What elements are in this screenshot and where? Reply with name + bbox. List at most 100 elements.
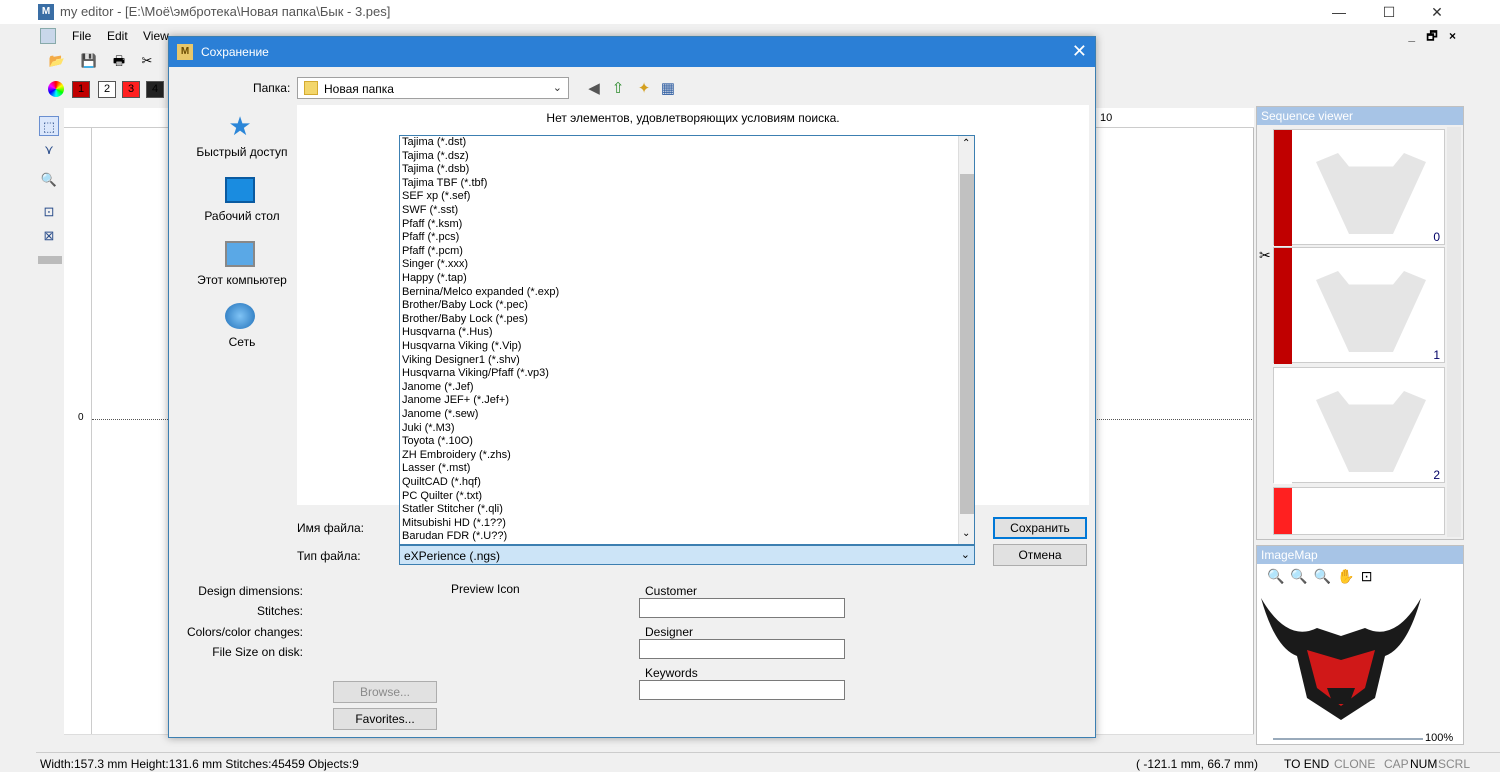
place-network[interactable]: Сеть bbox=[177, 303, 297, 359]
color-swatch-3[interactable]: 3 bbox=[122, 81, 140, 98]
places-bar: ★ Быстрый доступ Рабочий стол Этот компь… bbox=[177, 107, 297, 407]
filetype-option[interactable]: Husqvarna Viking/Pfaff (*.vp3) bbox=[402, 367, 549, 381]
filetype-option[interactable]: Barudan FDR (*.U??) bbox=[402, 530, 507, 544]
cut-icon[interactable]: ✂ bbox=[138, 52, 156, 70]
filetype-option[interactable]: Janome (*.Jef) bbox=[402, 381, 474, 395]
open-icon[interactable]: 📂 bbox=[48, 52, 66, 70]
designer-field[interactable] bbox=[639, 639, 845, 659]
filetype-option[interactable]: Husqvarna (*.Hus) bbox=[402, 326, 492, 340]
sequence-item[interactable]: 1 bbox=[1273, 247, 1445, 364]
chevron-up-icon[interactable]: ⌃ bbox=[962, 138, 970, 149]
panel-title: Sequence viewer bbox=[1257, 107, 1463, 125]
zoom-tools-icons[interactable]: 🔍🔍🔍✋⊡ bbox=[1267, 568, 1378, 585]
filetype-option[interactable]: Tajima (*.dst) bbox=[402, 136, 466, 150]
filename-label: Имя файла: bbox=[297, 521, 364, 535]
folder-select[interactable]: Новая папка ⌄ bbox=[297, 77, 569, 99]
place-desktop[interactable]: Рабочий стол bbox=[177, 177, 297, 233]
filetype-option[interactable]: Brother/Baby Lock (*.pec) bbox=[402, 299, 528, 313]
browse-button[interactable]: Browse... bbox=[333, 681, 437, 703]
window-title: my editor - [E:\Моё\эмбротека\Новая папк… bbox=[60, 4, 391, 19]
empty-message: Нет элементов, удовлетворяющих условиям … bbox=[546, 111, 840, 125]
print-icon[interactable]: 🖶 bbox=[110, 52, 128, 70]
filetype-option[interactable]: SWF (*.sst) bbox=[402, 204, 458, 218]
stitch-tool-icon[interactable]: ⋎ bbox=[39, 140, 59, 160]
bull-logo-icon bbox=[1261, 598, 1421, 720]
color-swatch-4[interactable]: 4 bbox=[146, 81, 164, 98]
place-this-pc[interactable]: Этот компьютер bbox=[177, 241, 297, 297]
filetype-select[interactable]: eXPerience (.ngs) ⌄ bbox=[399, 545, 975, 565]
place-quick-access[interactable]: ★ Быстрый доступ bbox=[177, 113, 297, 169]
network-icon bbox=[225, 303, 255, 329]
save-icon[interactable]: 💾 bbox=[80, 52, 98, 70]
up-folder-icon[interactable]: ⇧ bbox=[609, 79, 627, 97]
palette-icon[interactable] bbox=[48, 81, 64, 97]
design-thumbnail bbox=[1316, 271, 1426, 352]
zoom-slider[interactable] bbox=[1273, 738, 1423, 740]
dropdown-scrollbar[interactable]: ⌃ ⌄ bbox=[958, 136, 974, 544]
save-button[interactable]: Сохранить bbox=[993, 517, 1087, 539]
filetype-option[interactable]: Janome JEF+ (*.Jef+) bbox=[402, 394, 509, 408]
sequence-item[interactable]: 2 bbox=[1273, 367, 1445, 484]
place-label: Рабочий стол bbox=[204, 209, 280, 223]
select-tool-icon[interactable]: ⬚ bbox=[39, 116, 59, 136]
keywords-field[interactable] bbox=[639, 680, 845, 700]
color-swatch-2[interactable]: 2 bbox=[98, 81, 116, 98]
cancel-button[interactable]: Отмена bbox=[993, 544, 1087, 566]
chevron-down-icon: ⌄ bbox=[552, 82, 562, 94]
zoom-icon[interactable]: 🔍 bbox=[39, 170, 59, 190]
chevron-down-icon[interactable]: ⌄ bbox=[962, 528, 970, 539]
filetype-option[interactable]: Brother/Baby Lock (*.pes) bbox=[402, 313, 528, 327]
close-button[interactable]: ✕ bbox=[1414, 2, 1460, 22]
filetype-option[interactable]: Tajima TBF (*.tbf) bbox=[402, 177, 487, 191]
filetype-option[interactable]: Statler Stitcher (*.qli) bbox=[402, 503, 503, 517]
filetype-option[interactable]: SEF xp (*.sef) bbox=[402, 190, 470, 204]
filetype-option[interactable]: Toyota (*.10O) bbox=[402, 435, 473, 449]
minimize-button[interactable]: — bbox=[1316, 2, 1362, 22]
mdi-controls[interactable]: _ 🗗 × bbox=[1408, 27, 1460, 48]
filetype-option[interactable]: Bernina/Melco expanded (*.exp) bbox=[402, 286, 559, 300]
filetype-option[interactable]: Tajima (*.dsb) bbox=[402, 163, 469, 177]
new-folder-icon[interactable]: ✦ bbox=[635, 79, 653, 97]
back-icon[interactable]: ◀ bbox=[585, 79, 603, 97]
favorites-button[interactable]: Favorites... bbox=[333, 708, 437, 730]
filetype-option[interactable]: Tajima (*.dsz) bbox=[402, 150, 469, 164]
zoom-region-icon[interactable]: ⊠ bbox=[39, 226, 59, 246]
color-swatch-1[interactable]: 1 bbox=[72, 81, 90, 98]
filetype-option[interactable]: ZH Embroidery (*.zhs) bbox=[402, 449, 511, 463]
statusbar: Width:157.3 mm Height:131.6 mm Stitches:… bbox=[36, 752, 1500, 772]
customer-field[interactable] bbox=[639, 598, 845, 618]
filetype-option[interactable]: Mitsubishi HD (*.1??) bbox=[402, 517, 506, 531]
filetype-option[interactable]: Pfaff (*.pcm) bbox=[402, 245, 463, 259]
panel-scrollbar[interactable] bbox=[1447, 127, 1461, 537]
sequence-item[interactable] bbox=[1273, 487, 1445, 535]
filetype-option[interactable]: Husqvarna Viking (*.Vip) bbox=[402, 340, 521, 354]
filetype-option[interactable]: Happy (*.tap) bbox=[402, 272, 467, 286]
maximize-button[interactable]: ☐ bbox=[1366, 2, 1412, 22]
view-menu-icon[interactable]: ▦ bbox=[659, 79, 677, 97]
filetype-option[interactable]: Pfaff (*.ksm) bbox=[402, 218, 462, 232]
slider-handle[interactable] bbox=[38, 256, 62, 264]
filetype-option[interactable]: Juki (*.M3) bbox=[402, 422, 455, 436]
status-clone: CLONE bbox=[1334, 757, 1376, 771]
menu-edit[interactable]: Edit bbox=[107, 29, 128, 43]
filetype-option[interactable]: PC Quilter (*.txt) bbox=[402, 490, 482, 504]
filetype-option[interactable]: Viking Designer1 (*.shv) bbox=[402, 354, 520, 368]
sequence-number: 1 bbox=[1433, 348, 1440, 362]
stitches-label: Stitches: bbox=[256, 604, 303, 618]
imagemap-panel: ImageMap 🔍🔍🔍✋⊡ 100% bbox=[1256, 545, 1464, 745]
filetype-option[interactable]: Janome (*.sew) bbox=[402, 408, 478, 422]
ruler-left: 0 bbox=[64, 128, 92, 738]
filetype-option[interactable]: Singer (*.xxx) bbox=[402, 258, 468, 272]
dialog-close-button[interactable]: ✕ bbox=[1072, 41, 1087, 62]
menu-view[interactable]: View bbox=[143, 29, 169, 43]
color-bar bbox=[1274, 248, 1292, 364]
menu-file[interactable]: File bbox=[72, 29, 91, 43]
zoom-fit-icon[interactable]: ⊡ bbox=[39, 202, 59, 222]
filetype-option[interactable]: Pfaff (*.pcs) bbox=[402, 231, 459, 245]
scrollbar-thumb[interactable] bbox=[960, 174, 974, 514]
sequence-item[interactable]: 0 bbox=[1273, 129, 1445, 246]
filetype-option[interactable]: QuiltCAD (*.hqf) bbox=[402, 476, 481, 490]
designer-label: Designer bbox=[645, 625, 694, 639]
filetype-dropdown-list[interactable]: Tajima (*.dst) Tajima (*.dsz) Tajima (*.ds… bbox=[399, 135, 975, 545]
filetype-option[interactable]: Lasser (*.mst) bbox=[402, 462, 470, 476]
